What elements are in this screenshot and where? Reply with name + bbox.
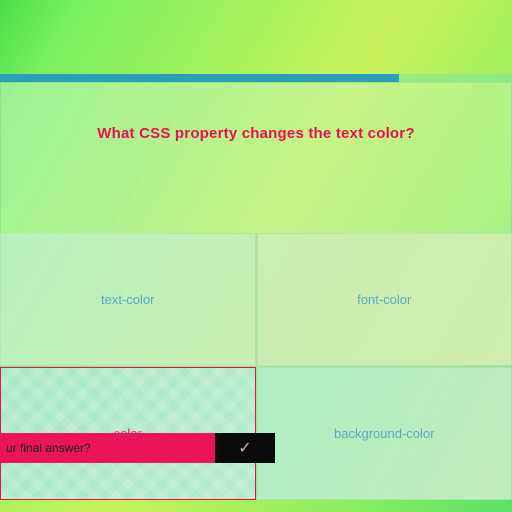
question-text: What CSS property changes the text color…	[1, 83, 511, 162]
answer-option-0[interactable]: text-color	[0, 233, 256, 366]
confirm-button[interactable]: ✓	[215, 433, 275, 463]
timer-bar	[0, 74, 512, 82]
confirm-bar: ur final answer? ✓	[0, 433, 275, 463]
answer-label: text-color	[101, 292, 154, 307]
check-icon: ✓	[238, 438, 251, 458]
answer-option-1[interactable]: font-color	[257, 233, 512, 366]
answer-label: font-color	[357, 292, 411, 307]
timer-fill	[0, 74, 399, 82]
confirm-prompt: ur final answer?	[0, 433, 215, 463]
answer-option-3[interactable]: background-color	[257, 367, 512, 500]
answer-label: background-color	[334, 426, 434, 441]
